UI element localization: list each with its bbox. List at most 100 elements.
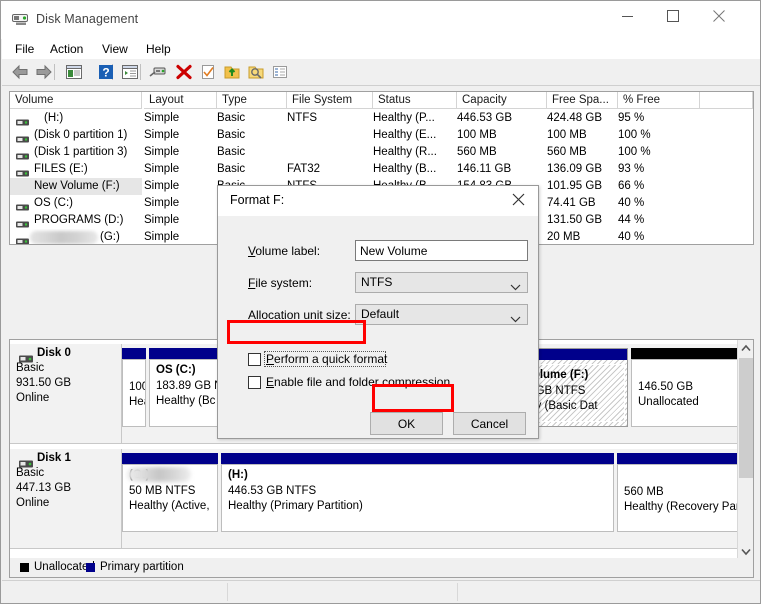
check-icon[interactable]	[198, 63, 218, 81]
back-arrow-icon[interactable]	[10, 63, 30, 81]
disk-info-panel[interactable]: Disk 1 Basic 447.13 GB Online	[10, 449, 122, 549]
disk-info-panel[interactable]: Disk 0 Basic 931.50 GB Online	[10, 344, 122, 444]
disk-icon	[19, 352, 33, 363]
volume-label-input[interactable]	[355, 240, 528, 261]
cell-status: Healthy (R...	[373, 146, 437, 158]
detail-list-icon[interactable]	[270, 63, 290, 81]
partition-color-bar	[617, 453, 748, 464]
dialog-title-bar: Format F:	[218, 186, 538, 216]
column-header-free[interactable]: % Free	[618, 92, 700, 109]
close-button[interactable]	[696, 1, 742, 31]
menu-file[interactable]: File	[10, 41, 39, 57]
column-header-layout[interactable]: Layout	[144, 92, 217, 109]
scroll-up-arrow-icon[interactable]	[738, 340, 753, 357]
partition-block[interactable]: (H:) 446.53 GB NTFS Healthy (Primary Parti…	[221, 453, 614, 532]
allocation-unit-size-label: Allocation unit size:	[248, 308, 351, 322]
cell-file-system: NTFS	[287, 112, 318, 124]
cell-percent-free: 100 %	[618, 146, 651, 158]
help-icon[interactable]: ?	[96, 63, 116, 81]
show-hide-tree-icon[interactable]	[64, 63, 84, 81]
cell-free-space: 100 MB	[547, 129, 587, 141]
legend-swatch-unallocated	[20, 563, 29, 572]
enable-compression-checkbox[interactable]	[248, 376, 261, 389]
partition-block[interactable]: 146.50 GB Unallocated	[631, 348, 748, 427]
table-row[interactable]: (Disk 0 partition 1) Simple Basic Healthy (…	[10, 127, 753, 144]
column-header-status[interactable]: Status	[373, 92, 457, 109]
partition-size: 560 MB	[624, 486, 664, 498]
cell-free-space: 424.48 GB	[547, 112, 602, 124]
cell-capacity: 446.53 GB	[457, 112, 512, 124]
column-header-file-system[interactable]: File System	[287, 92, 373, 109]
column-header-capacity[interactable]: Capacity	[457, 92, 547, 109]
column-header-type[interactable]: Type	[217, 92, 287, 109]
status-bar	[2, 580, 760, 602]
partition-size: 50 MB NTFS	[129, 485, 196, 497]
menu-action[interactable]: Action	[45, 41, 88, 57]
quick-format-checkbox[interactable]	[248, 353, 261, 366]
ok-button[interactable]: OK	[370, 412, 443, 435]
cell-layout: Simple	[144, 180, 180, 192]
extend-volume-icon[interactable]	[222, 63, 242, 81]
column-header-volume[interactable]: Volume	[10, 92, 142, 109]
menu-view[interactable]: View	[97, 41, 133, 57]
cell-type: Basic	[217, 146, 246, 158]
partition-color-bar	[221, 453, 614, 464]
allocation-unit-size-value: Default	[361, 307, 400, 321]
column-header-free-spa[interactable]: Free Spa...	[547, 92, 618, 109]
cell-file-system	[287, 127, 362, 144]
forward-arrow-icon[interactable]	[34, 63, 54, 81]
legend-swatch-primary	[86, 563, 95, 572]
partition-status: Healthy (Recovery Partition)	[624, 501, 747, 513]
column-header-blank[interactable]	[700, 92, 753, 109]
cell-volume: New Volume (F:)	[10, 178, 142, 195]
cancel-button[interactable]: Cancel	[453, 412, 526, 435]
partition-block[interactable]: (G:)50 MB NTFSHealthy (Active,	[122, 453, 218, 532]
cell-percent-free: 40 %	[618, 231, 645, 243]
properties-icon[interactable]	[120, 63, 140, 81]
disk-row-disk-1: Disk 1Basic447.13 GBOnline(G:)50 MB NTFS…	[10, 449, 748, 549]
cell-free-space: 560 MB	[547, 146, 587, 158]
table-row[interactable]: FILES (E:) Simple Basic FAT32 Healthy (B... 1…	[10, 161, 753, 178]
table-row[interactable]: (Disk 1 partition 3) Simple Basic Healthy (…	[10, 144, 753, 161]
menu-help[interactable]: Help	[141, 41, 176, 57]
disk-state: Online	[16, 497, 50, 509]
table-row[interactable]: (H:) Simple Basic NTFS Healthy (P... 446.53 G…	[10, 110, 753, 127]
partition-strip: (G:)50 MB NTFSHealthy (Active,(H:)446.53…	[122, 449, 748, 549]
maximize-button[interactable]	[650, 1, 696, 31]
allocation-unit-size-select[interactable]: Default	[355, 304, 528, 325]
cell-percent-free: 100 %	[618, 129, 651, 141]
graphical-view-scrollbar[interactable]	[737, 340, 753, 560]
partition-size: 183.89 GB N	[156, 380, 223, 392]
disk-management-window: Disk Management File Action View Help ? …	[0, 0, 761, 604]
partition-color-bar	[122, 453, 218, 464]
cell-percent-free: 40 %	[618, 197, 645, 209]
cell-layout: Simple	[144, 146, 180, 158]
explore-icon[interactable]	[246, 63, 266, 81]
file-system-select[interactable]: NTFS	[355, 272, 528, 293]
cell-layout: Simple	[144, 112, 180, 124]
partition-status: Unallocated	[638, 396, 699, 408]
dialog-body: Volume label: File system: NTFS Allocati…	[218, 216, 538, 438]
cell-capacity: 146.11 GB	[457, 163, 512, 175]
cell-percent-free: 44 %	[618, 214, 645, 226]
partition-block[interactable]: 560 MB Healthy (Recovery Partition)	[617, 453, 748, 532]
cell-layout: Simple	[144, 129, 180, 141]
cell-status: Healthy (E...	[373, 129, 437, 141]
partition-body: (G:)50 MB NTFSHealthy (Active,	[122, 464, 218, 532]
dialog-close-button[interactable]	[498, 186, 538, 215]
rescan-disks-icon[interactable]	[148, 63, 168, 81]
minimize-button[interactable]	[604, 1, 650, 31]
scrollbar-thumb[interactable]	[739, 358, 753, 478]
disk-size: 447.13 GB	[16, 482, 71, 494]
cell-free-space: 20 MB	[547, 231, 581, 243]
delete-icon[interactable]	[174, 63, 194, 81]
dialog-title: Format F:	[230, 193, 285, 207]
partition-block[interactable]: 100 M Healt	[122, 348, 146, 427]
volume-list-header: Volume Layout Type File System Status Capacit…	[10, 92, 753, 109]
window-title: Disk Management	[36, 12, 139, 26]
partition-body: (H:) 446.53 GB NTFS Healthy (Primary Parti…	[221, 464, 614, 532]
cell-status: Healthy (B...	[373, 163, 437, 175]
cell-layout: Simple	[144, 163, 180, 175]
partition-status: Healt	[129, 396, 145, 408]
cell-type: Basic	[217, 129, 246, 141]
